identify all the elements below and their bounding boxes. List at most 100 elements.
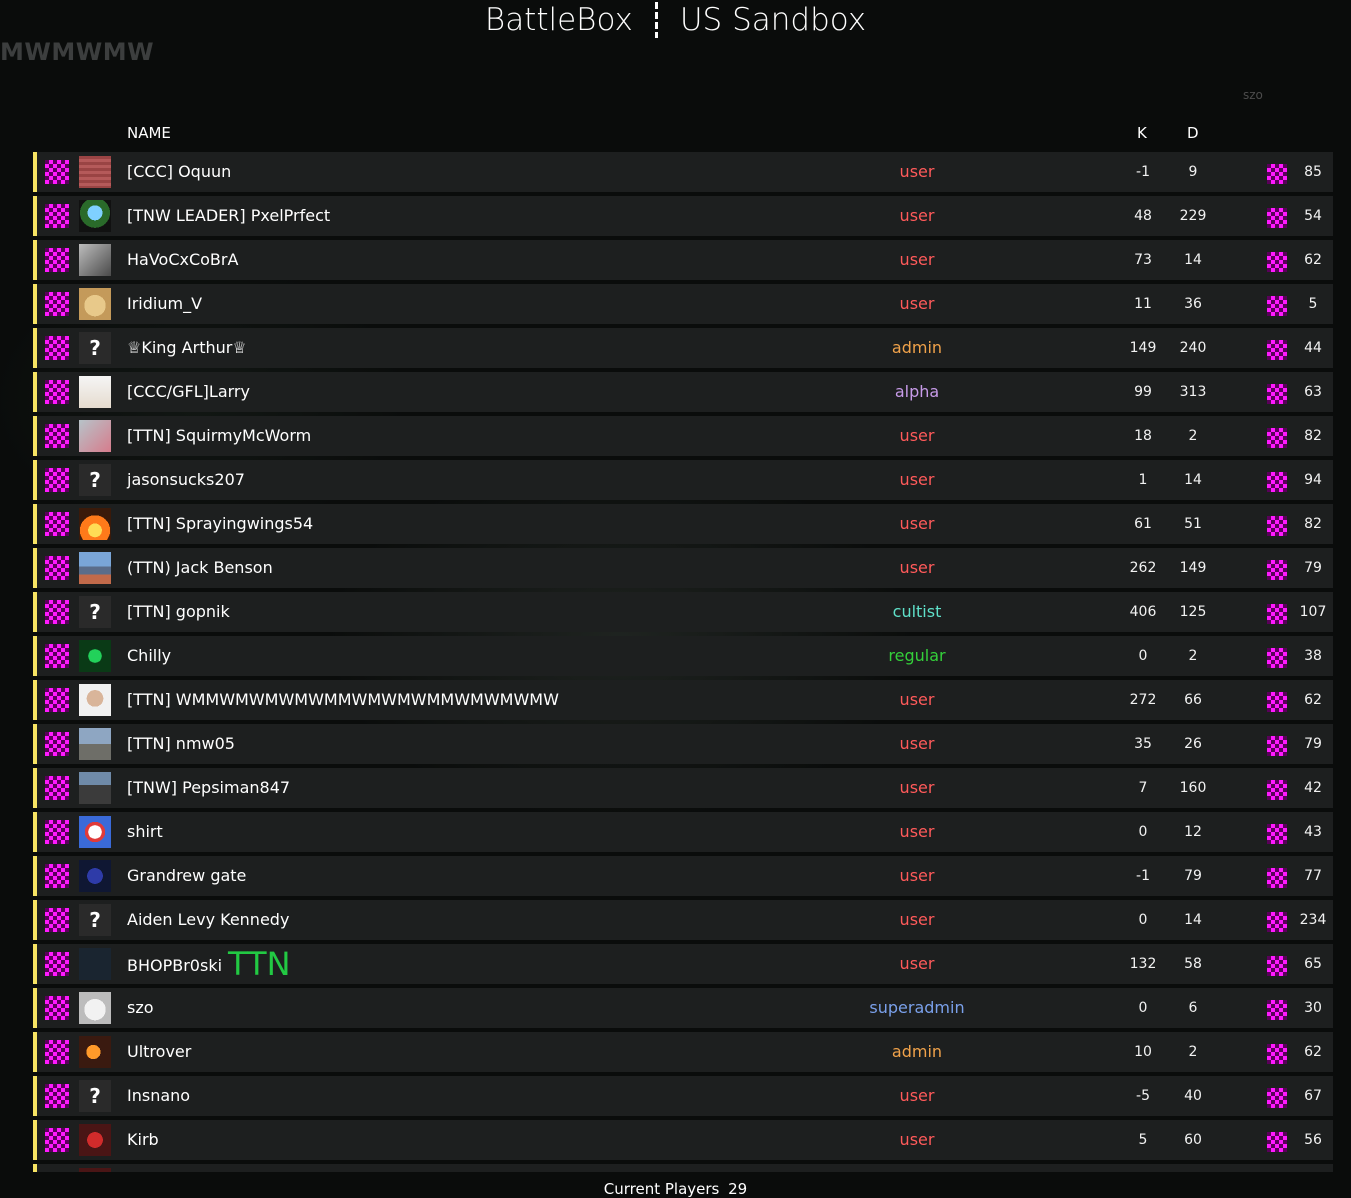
mute-toggle-icon[interactable] [45,688,69,712]
player-avatar[interactable]: ? [79,1080,111,1112]
player-avatar[interactable] [79,1168,111,1172]
player-avatar[interactable] [79,948,111,980]
player-avatar[interactable] [79,552,111,584]
player-avatar[interactable] [79,1124,111,1156]
player-row[interactable]: ? Aiden Levy Kennedy user 0 14 234 [33,900,1333,940]
player-row[interactable]: ? Insnano user -5 40 67 [33,1076,1333,1116]
player-name[interactable]: Chilly [127,636,171,676]
player-row[interactable]: ? jasonsucks207 user 1 14 94 [33,460,1333,500]
player-avatar[interactable] [79,728,111,760]
mute-toggle-icon[interactable] [45,556,69,580]
player-row[interactable]: [TNW LEADER] PxelPrfect user 48 229 54 [33,196,1333,236]
mute-toggle-icon[interactable] [45,1040,69,1064]
player-row[interactable]: [TTN] Sprayingwings54 user 61 51 82 [33,504,1333,544]
mute-toggle-icon[interactable] [45,424,69,448]
mute-toggle-icon[interactable] [45,908,69,932]
player-name[interactable]: [CCC/GFL]Larry [127,372,250,412]
player-avatar[interactable] [79,376,111,408]
player-name[interactable]: Aiden Levy Kennedy [127,900,289,940]
player-row[interactable]: [TTN] WMMWMWMWMWMMWMWMWMMWMWMWMW user 272 6… [33,680,1333,720]
mute-toggle-icon[interactable] [45,512,69,536]
player-row[interactable]: Ultrover admin 10 2 62 [33,1032,1333,1072]
player-row[interactable]: [TTN] SquirmyMcWorm user 18 2 82 [33,416,1333,456]
player-row[interactable]: BHOPBr0ski TTN user 132 58 65 [33,944,1333,984]
mute-toggle-icon[interactable] [45,864,69,888]
mute-toggle-icon[interactable] [45,600,69,624]
player-name[interactable]: [TTN] SquirmyMcWorm [127,416,311,456]
player-name[interactable]: [TTN] WMMWMWMWMWMMWMWMWMMWMWMWMW [127,680,559,720]
player-avatar[interactable] [79,1036,111,1068]
player-avatar[interactable] [79,508,111,540]
player-row[interactable]: [TNW] Pepsiman847 user 7 160 42 [33,768,1333,808]
player-name[interactable]: Grandrew gate [127,856,246,896]
mute-toggle-icon[interactable] [45,952,69,976]
mute-toggle-icon[interactable] [45,380,69,404]
mute-toggle-icon[interactable] [45,336,69,360]
player-avatar[interactable] [79,640,111,672]
mute-toggle-icon[interactable] [45,1128,69,1152]
ping-icon [1267,560,1287,580]
player-row[interactable]: ? [TTN] gopnik cultist 406 125 107 [33,592,1333,632]
player-avatar[interactable] [79,288,111,320]
player-row[interactable]: [CCC/GFL]Larry alpha 99 313 63 [33,372,1333,412]
player-avatar[interactable] [79,860,111,892]
player-name[interactable]: HaVoCxCoBrA [127,240,238,280]
player-row[interactable]: Kirb user 5 60 56 [33,1120,1333,1160]
player-name[interactable]: Kirb [127,1120,159,1160]
mute-toggle-icon[interactable] [45,204,69,228]
player-avatar[interactable] [79,244,111,276]
player-name[interactable]: (TTN) Jack Benson [127,548,273,588]
player-name[interactable]: szo [127,988,154,1028]
player-name[interactable]: ♕King Arthur♕ [127,328,247,368]
player-name[interactable]: shirt [127,812,163,852]
mute-toggle-icon[interactable] [45,820,69,844]
player-row[interactable]: HaVoCxCoBrA user 73 14 62 [33,240,1333,280]
player-row[interactable]: ? ♕King Arthur♕ admin 149 240 44 [33,328,1333,368]
player-name[interactable]: jasonsucks207 [127,460,245,500]
player-avatar[interactable] [79,772,111,804]
player-row[interactable] [33,1164,1333,1172]
mute-toggle-icon[interactable] [45,292,69,316]
mute-toggle-icon[interactable] [45,1084,69,1108]
player-deaths: 2 [1188,1044,1198,1060]
player-name[interactable]: Insnano [127,1076,190,1116]
column-header-deaths[interactable]: D [1187,124,1199,142]
player-avatar[interactable]: ? [79,904,111,936]
player-name[interactable]: Ultrover [127,1032,191,1072]
player-avatar[interactable] [79,420,111,452]
player-name-text: Chilly [127,646,172,665]
player-row[interactable]: [TTN] nmw05 user 35 26 79 [33,724,1333,764]
mute-toggle-icon[interactable] [45,732,69,756]
player-name[interactable]: [TTN] gopnik [127,592,230,632]
player-name[interactable]: BHOPBr0ski TTN [127,944,291,984]
player-avatar[interactable]: ? [79,332,111,364]
player-avatar[interactable] [79,156,111,188]
player-avatar[interactable] [79,200,111,232]
mute-toggle-icon[interactable] [45,248,69,272]
mute-toggle-icon[interactable] [45,160,69,184]
mute-toggle-icon[interactable] [45,996,69,1020]
column-header-kills[interactable]: K [1137,124,1147,142]
player-name[interactable]: [CCC] Oquun [127,152,231,192]
player-row[interactable]: shirt user 0 12 43 [33,812,1333,852]
mute-toggle-icon[interactable] [45,468,69,492]
player-name[interactable]: [TNW LEADER] PxelPrfect [127,196,330,236]
player-avatar[interactable] [79,684,111,716]
player-avatar[interactable] [79,816,111,848]
player-row[interactable]: Chilly regular 0 2 38 [33,636,1333,676]
column-header-name[interactable]: NAME [127,124,171,142]
player-name[interactable]: [TTN] nmw05 [127,724,235,764]
player-row[interactable]: szo superadmin 0 6 30 [33,988,1333,1028]
player-name[interactable]: [TNW] Pepsiman847 [127,768,290,808]
player-row[interactable]: Iridium_V user 11 36 5 [33,284,1333,324]
mute-toggle-icon[interactable] [45,776,69,800]
player-avatar[interactable]: ? [79,464,111,496]
player-avatar[interactable]: ? [79,596,111,628]
player-name[interactable]: [TTN] Sprayingwings54 [127,504,313,544]
player-row[interactable]: [CCC] Oquun user -1 9 85 [33,152,1333,192]
player-row[interactable]: Grandrew gate user -1 79 77 [33,856,1333,896]
player-row[interactable]: (TTN) Jack Benson user 262 149 79 [33,548,1333,588]
mute-toggle-icon[interactable] [45,644,69,668]
player-avatar[interactable] [79,992,111,1024]
player-name[interactable]: Iridium_V [127,284,202,324]
